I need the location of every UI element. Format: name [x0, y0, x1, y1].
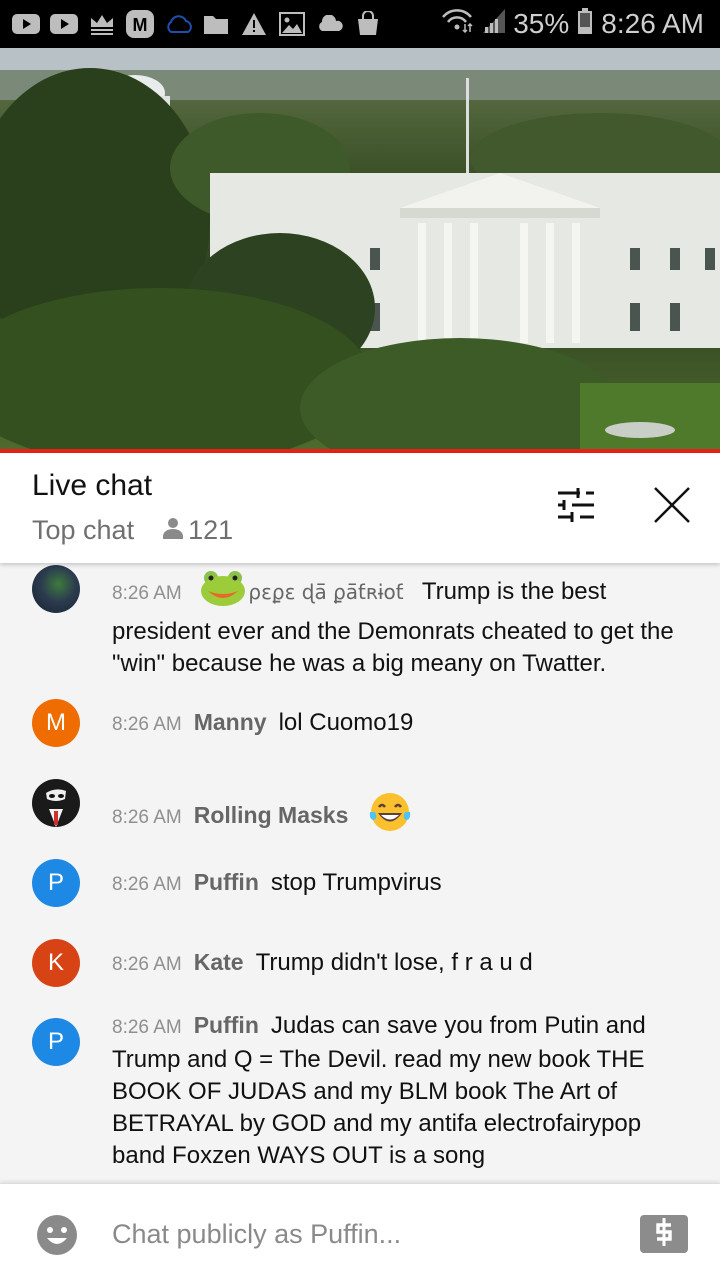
message-timestamp: 8:26 AM	[112, 582, 182, 604]
youtube-icon	[50, 11, 78, 37]
warning-icon	[240, 11, 268, 37]
viewer-count: 121	[162, 515, 233, 546]
live-chat-title: Live chat	[32, 469, 153, 502]
notification-icons: M	[0, 10, 382, 38]
emoji-button[interactable]	[36, 1214, 78, 1256]
message-text: lol Cuomo19	[278, 709, 414, 736]
message-text: stop Trumpvirus	[270, 869, 442, 896]
wifi-icon	[441, 8, 475, 41]
folder-icon	[202, 11, 230, 37]
frog-emoji-icon	[200, 569, 246, 616]
message-timestamp: 8:26 AM	[112, 1017, 182, 1038]
filter-button[interactable]	[552, 485, 600, 529]
system-status: 35% 8:26 AM	[441, 0, 704, 48]
cloud-icon	[316, 11, 344, 37]
avatar-letter: K	[47, 949, 64, 976]
crown-icon	[88, 11, 116, 37]
battery-icon	[577, 7, 593, 41]
avatar[interactable]	[32, 565, 80, 613]
message-author[interactable]: Puffin	[194, 1012, 259, 1038]
cloud-outline-icon	[164, 11, 192, 37]
avatar-letter: M	[46, 709, 66, 736]
sliders-icon	[556, 487, 596, 527]
chat-message-input[interactable]	[112, 1212, 592, 1256]
avatar[interactable]: M	[32, 699, 80, 747]
close-chat-button[interactable]	[648, 485, 696, 529]
message-author[interactable]: Rolling Masks	[194, 802, 349, 828]
close-icon	[654, 486, 690, 528]
avatar-letter: P	[47, 869, 64, 896]
youtube-icon	[12, 11, 40, 37]
viewer-count-value: 121	[188, 515, 234, 545]
avatar[interactable]: P	[32, 1018, 80, 1066]
live-chat-header: Live chat Top chat 121	[0, 453, 720, 563]
avatar[interactable]	[32, 779, 80, 827]
video-frame	[0, 48, 720, 449]
chat-input-bar	[0, 1183, 720, 1280]
m-app-icon: M	[126, 10, 154, 38]
tears-of-joy-emoji-icon	[367, 790, 413, 843]
image-icon	[278, 11, 306, 37]
avatar[interactable]: K	[32, 939, 80, 987]
avatar[interactable]: P	[32, 859, 80, 907]
message-text: Judas can save you from Putin and Trump …	[112, 1012, 646, 1169]
message-timestamp: 8:26 AM	[112, 874, 182, 895]
chat-mode-dropdown[interactable]: Top chat	[32, 515, 134, 546]
message-timestamp: 8:26 AM	[112, 806, 182, 828]
message-timestamp: 8:26 AM	[112, 954, 182, 975]
signal-icon	[483, 8, 506, 40]
avatar-letter: P	[47, 1028, 64, 1055]
super-chat-button[interactable]	[640, 1215, 688, 1253]
message-author[interactable]: Manny	[194, 709, 267, 735]
smiley-icon	[36, 1215, 78, 1260]
svg-text:M: M	[133, 15, 148, 35]
message-timestamp: 8:26 AM	[112, 714, 182, 735]
message-author[interactable]: Puffin	[194, 869, 259, 895]
clock: 8:26 AM	[601, 8, 704, 39]
person-icon	[162, 515, 184, 546]
message-text: Trump didn't lose, f r a u d	[255, 949, 533, 976]
masked-person-icon	[46, 789, 66, 827]
chat-message-list[interactable]: 8:26 AM ρεϼε ɖā̄ ϼā̄ƭʀɨoƭ Trump is the b…	[0, 563, 720, 1183]
status-bar: M 35% 8:26 AM	[0, 0, 720, 48]
battery-percent: 35%	[513, 8, 570, 39]
video-player[interactable]	[0, 48, 720, 449]
message-author[interactable]: Kate	[194, 949, 244, 975]
message-author[interactable]: ρεϼε ɖā̄ ϼā̄ƭʀɨoƭ	[248, 580, 403, 604]
chat-mode-row: Top chat 121	[32, 515, 233, 546]
dollar-icon	[652, 1217, 676, 1252]
shopping-bag-icon	[354, 11, 382, 37]
